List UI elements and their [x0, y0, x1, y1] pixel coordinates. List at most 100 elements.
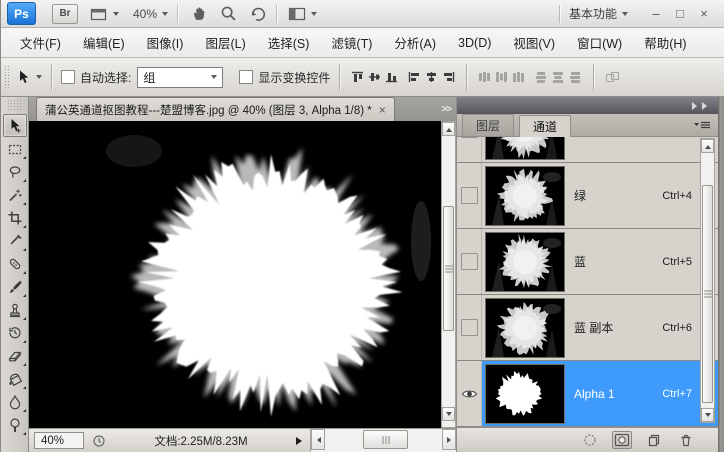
scroll-right-button[interactable] — [442, 429, 456, 450]
menu-help[interactable]: 帮助(H) — [633, 33, 697, 52]
document-canvas[interactable] — [29, 121, 441, 428]
channel-row-blue-copy[interactable]: 蓝 副本 Ctrl+6 — [457, 295, 718, 361]
document-tab[interactable]: 蒲公英通道抠图教程---楚盟博客.jpg @ 40% (图层 3, Alpha … — [36, 97, 395, 121]
hand-tool-button[interactable] — [191, 5, 208, 22]
tab-overflow-chevrons-icon[interactable]: >> — [441, 104, 451, 115]
toolbox — [1, 97, 29, 452]
panel-menu-button[interactable] — [693, 119, 712, 131]
tool-eyedropper[interactable] — [3, 229, 27, 252]
panel-scroll-thumb[interactable] — [702, 185, 713, 403]
close-button[interactable]: × — [692, 7, 716, 20]
scroll-left-button[interactable] — [311, 429, 325, 450]
distribute-horizontal-centers-button — [552, 71, 565, 83]
tool-blur[interactable] — [3, 390, 27, 413]
tool-dodge[interactable] — [3, 413, 27, 436]
horizontal-scroll-thumb[interactable] — [363, 430, 408, 449]
auto-select-checkbox[interactable] — [61, 70, 75, 84]
tool-history-brush[interactable] — [3, 321, 27, 344]
menu-filter[interactable]: 滤镜(T) — [320, 33, 383, 52]
scroll-down-button[interactable] — [442, 407, 455, 421]
document-tab-close-icon[interactable]: × — [379, 103, 386, 117]
menu-select[interactable]: 选择(S) — [257, 33, 321, 52]
channel-row-blue[interactable]: 蓝 Ctrl+5 — [457, 229, 718, 295]
align-bottom-edges-button[interactable] — [385, 71, 398, 83]
collapse-to-icons-icon[interactable] — [702, 102, 711, 110]
visibility-toggle[interactable] — [457, 163, 482, 228]
visibility-toggle[interactable] — [457, 295, 482, 360]
menu-edit[interactable]: 编辑(E) — [72, 33, 136, 52]
menu-view[interactable]: 视图(V) — [502, 33, 566, 52]
tool-lasso[interactable] — [3, 160, 27, 183]
tool-spot-healing-brush[interactable] — [3, 252, 27, 275]
visibility-toggle[interactable] — [457, 361, 482, 426]
status-clock-icon[interactable] — [92, 434, 106, 448]
channel-row-red[interactable]: 红 — [457, 137, 718, 163]
application-bar: Ps Br 40% — [1, 0, 724, 28]
align-top-edges-button[interactable] — [351, 71, 364, 83]
minimize-button[interactable]: – — [644, 7, 668, 20]
load-channel-as-selection-button[interactable] — [580, 431, 600, 449]
scroll-up-button[interactable] — [442, 122, 455, 136]
tool-rectangular-marquee[interactable] — [3, 137, 27, 160]
separator — [593, 64, 594, 90]
document-size-info: 文档:2.25M/8.23M — [106, 433, 296, 449]
visibility-toggle[interactable] — [457, 137, 482, 162]
workspace-dropdown-icon[interactable] — [622, 12, 628, 19]
menu-3d[interactable]: 3D(D) — [447, 36, 502, 50]
menu-image[interactable]: 图像(I) — [136, 33, 195, 52]
workspace-switcher[interactable]: 基本功能 — [569, 5, 617, 22]
tab-layers[interactable]: 图层 — [462, 114, 514, 136]
tool-preset-dropdown-icon[interactable] — [36, 75, 42, 82]
tool-move[interactable] — [3, 114, 27, 137]
collapse-to-icons-icon[interactable] — [692, 102, 701, 110]
delete-channel-button[interactable] — [676, 431, 696, 449]
create-new-channel-button[interactable] — [644, 431, 664, 449]
chevron-down-icon — [311, 12, 317, 19]
panel-scrollbar[interactable] — [700, 138, 715, 423]
status-zoom-field[interactable]: 40% — [34, 432, 84, 449]
channel-name: 绿 — [574, 187, 662, 204]
menu-analysis[interactable]: 分析(A) — [383, 33, 447, 52]
status-popup-arrow-icon[interactable] — [296, 437, 306, 445]
tool-clone-stamp[interactable] — [3, 298, 27, 321]
align-horizontal-centers-button[interactable] — [425, 71, 438, 83]
zoom-tool-button[interactable] — [220, 5, 237, 22]
canvas-horizontal-scrollbar[interactable] — [310, 429, 456, 452]
chevron-down-icon — [113, 12, 119, 19]
channel-thumbnail — [485, 166, 565, 226]
tool-magic-wand[interactable] — [3, 183, 27, 206]
save-selection-as-channel-button[interactable] — [612, 431, 632, 449]
eye-well — [461, 319, 478, 336]
align-left-edges-button[interactable] — [408, 71, 421, 83]
align-vertical-centers-button[interactable] — [368, 71, 381, 83]
rotate-view-button[interactable] — [249, 5, 267, 22]
align-right-edges-button[interactable] — [442, 71, 455, 83]
tool-crop[interactable] — [3, 206, 27, 229]
channel-thumbnail — [485, 298, 565, 358]
tool-eraser[interactable] — [3, 344, 27, 367]
maximize-button[interactable]: □ — [668, 7, 692, 20]
scroll-down-button[interactable] — [701, 408, 714, 422]
collapsed-dock-strip[interactable] — [718, 97, 724, 452]
show-transform-controls-checkbox[interactable] — [239, 70, 253, 84]
channel-row-alpha1[interactable]: Alpha 1 Ctrl+7 — [457, 361, 718, 427]
zoom-level-field[interactable]: 40% — [133, 7, 157, 21]
channel-shortcut: Ctrl+4 — [662, 190, 692, 202]
menu-file[interactable]: 文件(F) — [9, 33, 72, 52]
auto-select-target-dropdown[interactable]: 组 — [137, 67, 223, 88]
arrange-documents-button[interactable] — [288, 6, 317, 22]
channel-row-green[interactable]: 绿 Ctrl+4 — [457, 163, 718, 229]
scroll-up-button[interactable] — [701, 139, 714, 153]
launch-bridge-button[interactable]: Br — [52, 4, 78, 24]
view-extras-button[interactable] — [90, 6, 119, 22]
tool-brush[interactable] — [3, 275, 27, 298]
zoom-dropdown-icon[interactable] — [162, 12, 168, 19]
tab-channels[interactable]: 通道 — [519, 115, 571, 137]
tool-gradient[interactable] — [3, 367, 27, 390]
canvas-vertical-scrollbar[interactable] — [441, 121, 456, 428]
visibility-toggle[interactable] — [457, 229, 482, 294]
vertical-scroll-thumb[interactable] — [443, 206, 454, 331]
menu-layer[interactable]: 图层(L) — [194, 33, 256, 52]
distribute-top-edges-button — [478, 71, 491, 83]
menu-window[interactable]: 窗口(W) — [566, 33, 633, 52]
